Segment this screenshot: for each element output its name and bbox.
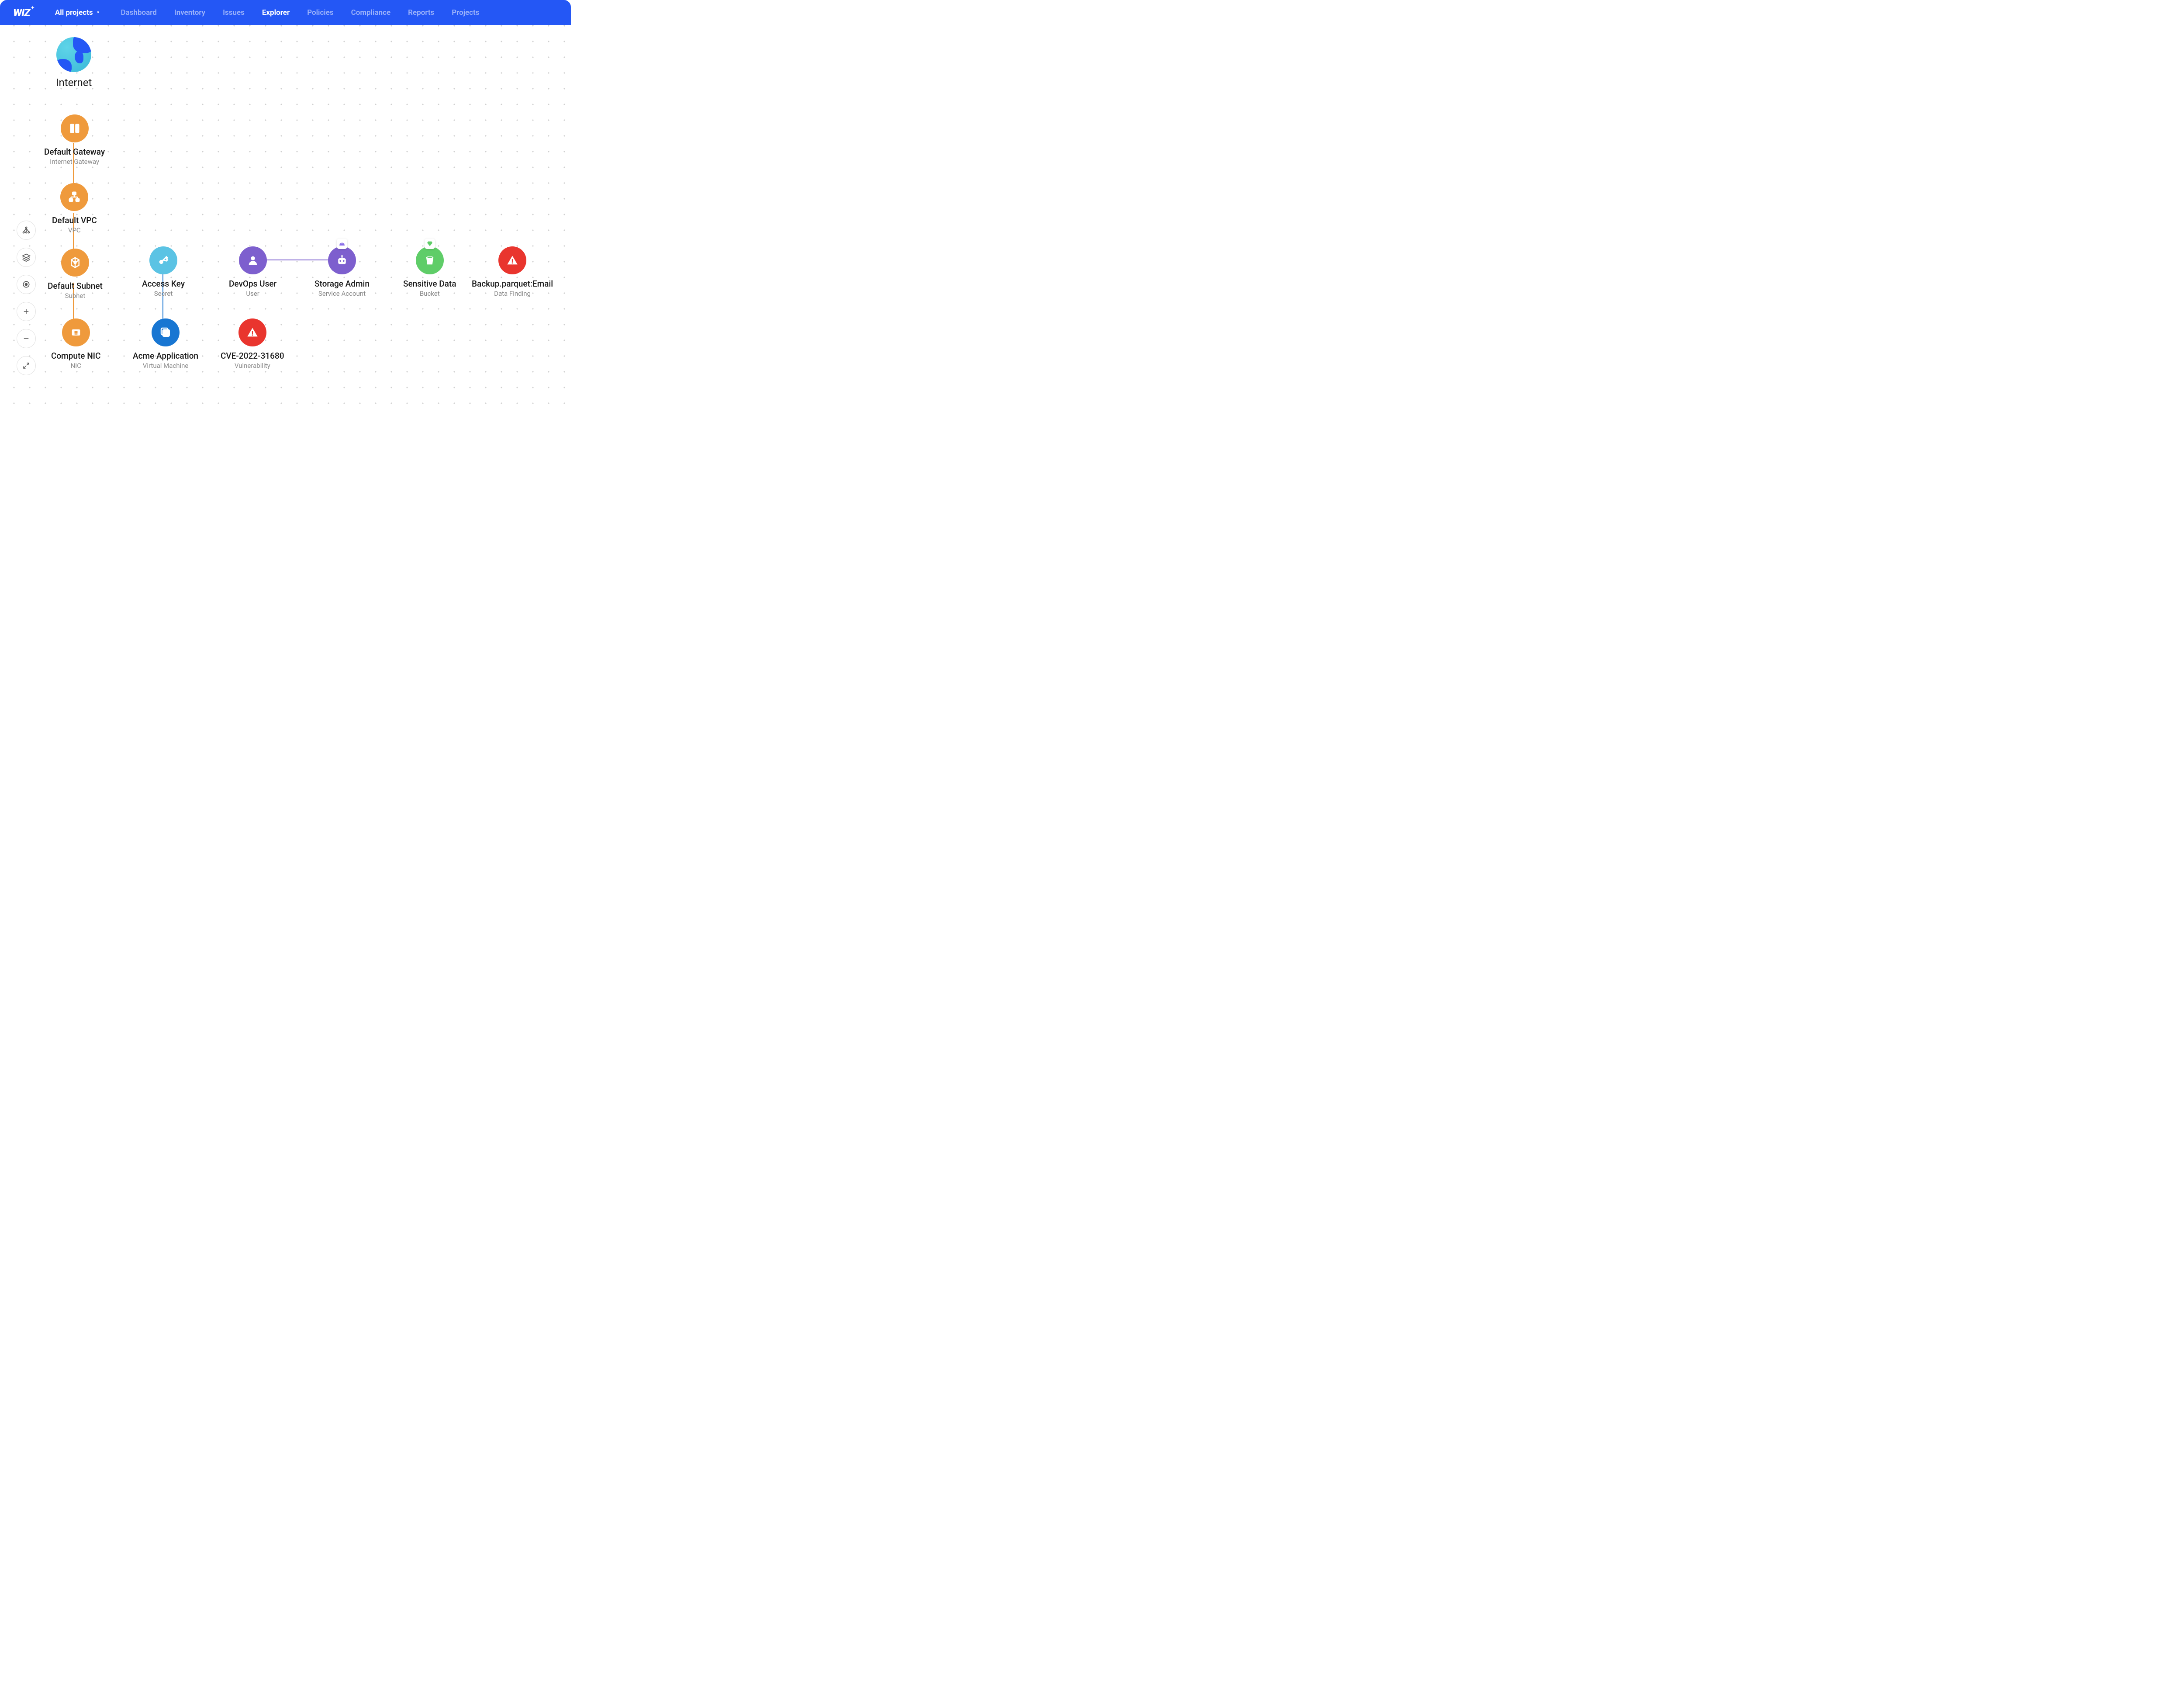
node-subtitle: Subnet [65, 292, 86, 300]
robot-icon [328, 246, 356, 274]
node-storageadmin[interactable]: Storage Admin Service Account [314, 246, 370, 298]
node-backup[interactable]: Backup.parquet:Email Data Finding [472, 246, 553, 298]
node-subtitle: Service Account [318, 290, 366, 298]
node-vpc[interactable]: Default VPC VPC [52, 183, 97, 234]
diamond-badge-icon [425, 239, 435, 249]
node-title: Default Subnet [48, 281, 103, 291]
main-nav: Dashboard Inventory Issues Explorer Poli… [121, 8, 480, 17]
subnet-icon [61, 249, 89, 277]
nav-policies[interactable]: Policies [307, 8, 333, 17]
zoom-in-button[interactable] [17, 302, 36, 321]
node-devops[interactable]: DevOps User User [229, 246, 276, 298]
graph-layout-button[interactable] [17, 221, 36, 240]
node-subtitle: Vulnerability [235, 362, 270, 370]
user-icon [239, 246, 267, 274]
nav-projects[interactable]: Projects [452, 8, 479, 17]
node-title: DevOps User [229, 279, 276, 289]
logo: WIZ✦ [13, 7, 34, 19]
nav-issues[interactable]: Issues [223, 8, 245, 17]
fullscreen-button[interactable] [17, 356, 36, 375]
node-cve[interactable]: CVE-2022-31680 Vulnerability [221, 318, 284, 370]
alert-icon [498, 246, 526, 274]
node-title: Compute NIC [51, 351, 100, 361]
bucket-icon [416, 246, 444, 274]
project-selector[interactable]: All projects ▼ [55, 8, 100, 17]
node-internet[interactable]: Internet [56, 37, 92, 89]
chevron-down-icon: ▼ [97, 10, 100, 14]
node-subtitle: VPC [68, 226, 81, 234]
node-title: Internet [56, 76, 92, 89]
node-sensitive[interactable]: Sensitive Data Bucket [403, 246, 456, 298]
node-title: Default Gateway [44, 147, 105, 157]
node-title: Default VPC [52, 215, 97, 225]
crown-badge-icon [337, 239, 347, 249]
graph-canvas[interactable]: Internet Default Gateway Internet Gatewa… [0, 25, 571, 404]
node-title: Backup.parquet:Email [472, 279, 553, 289]
locate-button[interactable] [17, 275, 36, 294]
node-subtitle: Bucket [420, 290, 440, 298]
nav-inventory[interactable]: Inventory [174, 8, 205, 17]
logo-star-icon: ✦ [31, 6, 34, 10]
key-icon [149, 246, 177, 274]
node-subtitle: Secret [154, 290, 173, 298]
node-subtitle: NIC [70, 362, 81, 370]
node-nic[interactable]: Compute NIC NIC [51, 318, 100, 370]
node-title: Storage Admin [314, 279, 370, 289]
node-app[interactable]: Acme Application Virtual Machine [133, 318, 198, 370]
project-selector-label: All projects [55, 8, 93, 17]
node-title: Access Key [142, 279, 185, 289]
nav-compliance[interactable]: Compliance [351, 8, 391, 17]
node-subtitle: Virtual Machine [143, 362, 189, 370]
vm-icon [152, 318, 180, 346]
node-title: Acme Application [133, 351, 198, 361]
app-header: WIZ✦ All projects ▼ Dashboard Inventory … [0, 0, 571, 25]
gateway-icon [61, 114, 89, 142]
nav-dashboard[interactable]: Dashboard [121, 8, 157, 17]
nic-icon [62, 318, 90, 346]
zoom-out-button[interactable] [17, 329, 36, 348]
canvas-tools [17, 221, 36, 375]
logo-text: WIZ [13, 7, 30, 19]
globe-icon [56, 37, 91, 72]
node-subtitle: User [246, 290, 259, 298]
vpc-icon [60, 183, 88, 211]
node-subtitle: Internet Gateway [50, 158, 99, 166]
alert-icon [238, 318, 266, 346]
layers-button[interactable] [17, 248, 36, 267]
node-gateway[interactable]: Default Gateway Internet Gateway [44, 114, 105, 166]
node-title: Sensitive Data [403, 279, 456, 289]
node-title: CVE-2022-31680 [221, 351, 284, 361]
nav-reports[interactable]: Reports [408, 8, 434, 17]
node-accesskey[interactable]: Access Key Secret [142, 246, 185, 298]
nav-explorer[interactable]: Explorer [262, 8, 290, 17]
node-subnet[interactable]: Default Subnet Subnet [48, 249, 103, 300]
node-subtitle: Data Finding [494, 290, 531, 298]
